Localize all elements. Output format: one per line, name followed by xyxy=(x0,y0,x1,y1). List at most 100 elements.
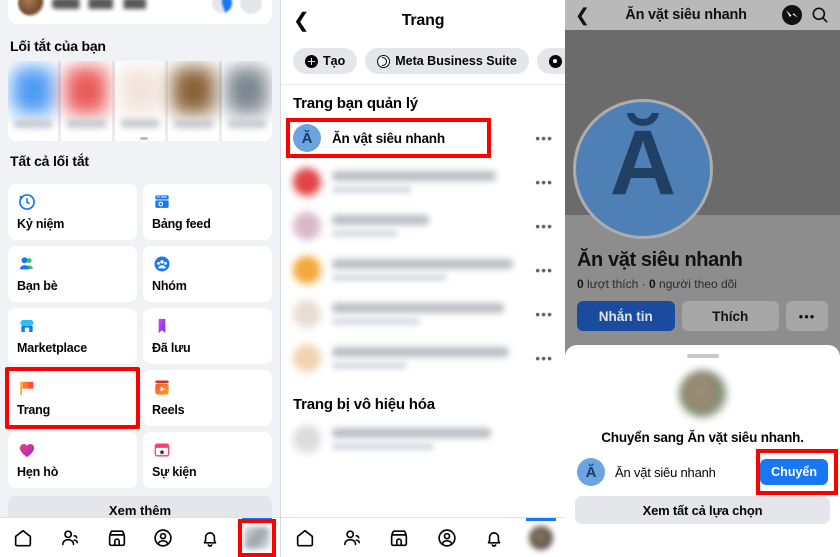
shortcuts-heading: Lối tắt của bạn xyxy=(10,38,106,54)
page-row-blurred[interactable]: ••• xyxy=(281,248,565,292)
shortcut-da-luu[interactable]: Đã lưu xyxy=(143,308,272,364)
carousel-tile[interactable] xyxy=(114,61,166,141)
likes-count: 0 xyxy=(577,277,584,291)
plus-circle-icon xyxy=(305,54,318,68)
shortcuts-carousel[interactable] xyxy=(8,61,272,141)
shortcut-label: Kỷ niệm xyxy=(17,217,65,231)
page-avatar xyxy=(293,168,321,196)
header-title: Ăn vặt siêu nhanh xyxy=(625,7,747,23)
like-button[interactable]: Thích xyxy=(681,301,779,331)
shortcut-marketplace[interactable]: Marketplace xyxy=(8,308,137,364)
nav-profile[interactable] xyxy=(148,524,178,552)
carousel-tile[interactable] xyxy=(168,61,219,141)
chip-partial[interactable]: K xyxy=(536,48,565,74)
shortcut-nhom[interactable]: Nhóm xyxy=(143,246,272,302)
bottom-nav-menu xyxy=(0,517,280,557)
menu-avatar-icon xyxy=(529,525,554,550)
more-horizontal-icon[interactable]: ••• xyxy=(786,301,828,331)
carousel-tile[interactable] xyxy=(61,61,112,141)
more-horizontal-icon[interactable]: ••• xyxy=(535,350,553,366)
page-avatar: Ă xyxy=(577,458,605,486)
chip-meta-business-suite[interactable]: Meta Business Suite xyxy=(365,48,529,74)
shortcut-bang-feed[interactable]: Bảng feed xyxy=(143,184,272,240)
page-avatar xyxy=(293,425,321,453)
events-calendar-icon xyxy=(152,439,263,461)
highlight-box-managed-page xyxy=(286,118,491,158)
chip-label: Tạo xyxy=(323,54,346,68)
cover-photo[interactable]: Ă xyxy=(565,30,840,239)
message-button[interactable]: Nhắn tin xyxy=(577,301,675,331)
target-icon xyxy=(548,54,562,68)
nav-home[interactable] xyxy=(8,524,38,552)
section-disabled-pages: Trang bị vô hiệu hóa xyxy=(293,396,435,413)
nav-marketplace[interactable] xyxy=(102,524,132,552)
followers-count: 0 xyxy=(648,277,656,291)
shortcut-trang[interactable]: Trang xyxy=(5,367,140,429)
reels-icon xyxy=(152,377,263,399)
shortcut-label: Reels xyxy=(152,403,185,417)
nav-home[interactable] xyxy=(290,524,320,552)
page-profile-screen: ❮ Ăn vặt siêu nhanh Ă Ăn vặt siêu nhanh … xyxy=(565,0,840,557)
page-stats: 0 lượt thích · 0 người theo dõi xyxy=(577,277,828,291)
search-icon[interactable] xyxy=(810,5,830,25)
blurred-icon-1 xyxy=(212,0,232,13)
shortcuts-grid: Kỷ niệm Bảng feed Bạn bè Nhóm Marketplac… xyxy=(5,184,272,488)
shortcut-reels[interactable]: Reels xyxy=(143,370,272,426)
page-row-blurred[interactable]: ••• xyxy=(281,336,565,380)
more-horizontal-icon[interactable]: ••• xyxy=(535,218,553,234)
see-all-options-button[interactable]: Xem tất cả lựa chọn xyxy=(575,496,830,524)
page-row-blurred[interactable]: ••• xyxy=(281,204,565,248)
nav-friends[interactable] xyxy=(55,524,85,552)
menu-screen: Lối tắt của bạn Tất cả lối tắt Kỷ niệm B… xyxy=(0,0,280,557)
page-avatar xyxy=(293,256,321,284)
page-row-blurred[interactable]: ••• xyxy=(281,292,565,336)
shortcut-label: Sự kiện xyxy=(152,465,197,479)
highlight-box-nav-menu xyxy=(237,518,276,557)
flag-icon xyxy=(17,377,128,399)
switch-target-name: Ăn vặt siêu nhanh xyxy=(615,464,716,480)
more-horizontal-icon[interactable]: ••• xyxy=(535,174,553,190)
followers-label: người theo dõi xyxy=(659,277,737,291)
shortcut-su-kien[interactable]: Sự kiện xyxy=(143,432,272,488)
more-horizontal-icon[interactable]: ••• xyxy=(535,262,553,278)
nav-marketplace[interactable] xyxy=(384,524,414,552)
profile-info: Ăn vặt siêu nhanh 0 lượt thích · 0 người… xyxy=(565,215,840,331)
likes-label: lượt thích xyxy=(587,277,639,291)
shortcut-ky-niem[interactable]: Kỷ niệm xyxy=(8,184,137,240)
shortcut-ban-be[interactable]: Bạn bè xyxy=(8,246,137,302)
clock-rewind-icon xyxy=(17,191,128,213)
shortcut-label: Đã lưu xyxy=(152,341,191,355)
page-row-blurred[interactable] xyxy=(281,417,565,461)
more-horizontal-icon[interactable]: ••• xyxy=(535,306,553,322)
bookmark-icon xyxy=(152,315,263,337)
pages-header: ❮ Trang xyxy=(281,0,565,42)
groups-icon xyxy=(152,253,263,275)
section-managed-pages: Trang bạn quản lý xyxy=(293,95,418,112)
chevron-left-icon[interactable]: ❮ xyxy=(575,5,590,26)
nav-profile[interactable] xyxy=(432,524,462,552)
carousel-tile[interactable] xyxy=(221,61,272,141)
shortcut-hen-ho[interactable]: Hẹn hò xyxy=(8,432,137,488)
nav-menu[interactable] xyxy=(237,517,276,557)
chip-tao[interactable]: Tạo xyxy=(293,48,358,74)
nav-notifications[interactable] xyxy=(195,524,225,552)
pages-list-screen: ❮ Trang Tạo Meta Business Suite K Trang … xyxy=(280,0,565,557)
page-avatar xyxy=(293,212,321,240)
managed-page-row[interactable]: Ă Ăn vật siêu nhanh ••• xyxy=(281,116,565,160)
page-row-blurred[interactable]: ••• xyxy=(281,160,565,204)
meta-icon xyxy=(377,54,391,68)
nav-menu[interactable] xyxy=(526,517,557,552)
carousel-tile[interactable] xyxy=(8,61,59,141)
nav-notifications[interactable] xyxy=(479,524,509,552)
more-horizontal-icon[interactable]: ••• xyxy=(535,130,553,146)
highlight-box-switch-button xyxy=(756,449,838,495)
shortcut-label: Bạn bè xyxy=(17,279,58,293)
switch-target-row[interactable]: Ă Ăn vặt siêu nhanh Chuyển xyxy=(575,449,838,495)
shortcut-label: Nhóm xyxy=(152,279,187,293)
blurred-name xyxy=(52,0,204,9)
profile-card-partial[interactable] xyxy=(8,0,272,24)
messenger-icon[interactable] xyxy=(782,5,802,25)
sheet-grab-handle[interactable] xyxy=(686,354,719,358)
stats-separator: · xyxy=(641,277,646,291)
nav-friends[interactable] xyxy=(337,524,367,552)
